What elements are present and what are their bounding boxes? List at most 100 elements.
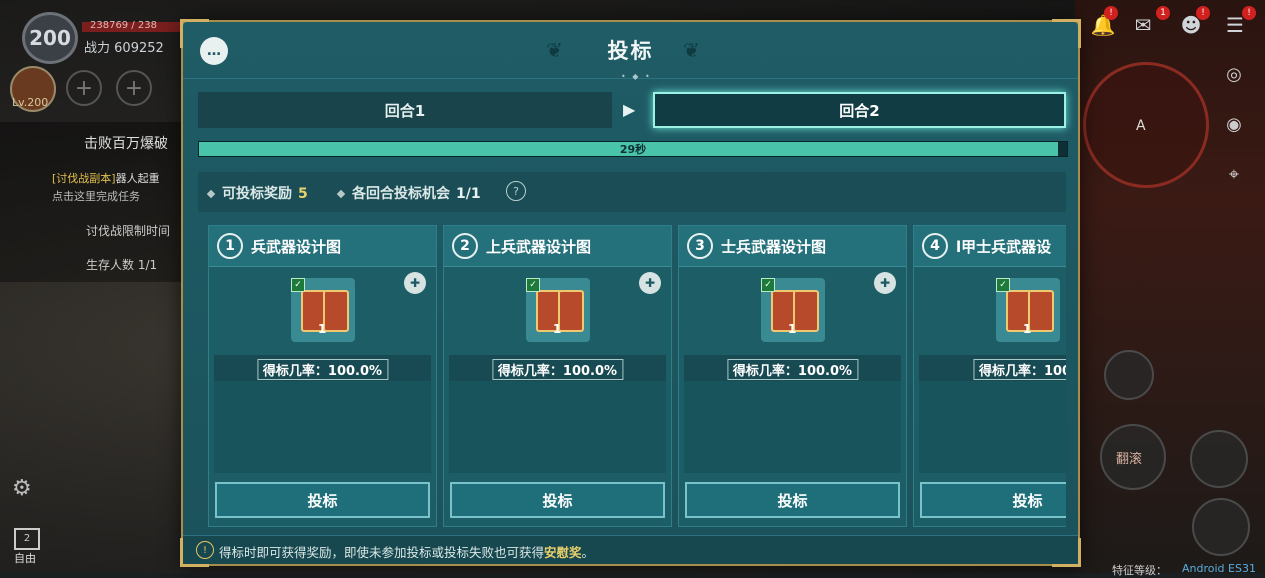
item-quantity: 1 (553, 322, 562, 336)
player-level-badge[interactable]: 200 (22, 12, 78, 64)
add-slot-button[interactable]: + (66, 70, 102, 106)
menu-badge: ! (1242, 6, 1256, 20)
blueprint-scroll-icon (558, 290, 584, 332)
checkbox-icon: ✓ (761, 278, 775, 292)
tab-round-1[interactable]: 回合1 (198, 92, 612, 128)
blueprint-scroll-icon (1028, 290, 1054, 332)
blueprint-scroll-icon (323, 290, 349, 332)
footer-note: 得标时即可获得奖励，即使未参加投标或投标失败也可获得安慰奖。 (219, 542, 594, 561)
minimap[interactable] (1083, 62, 1209, 188)
win-rate-bar: 得标几率：100.0% (214, 355, 431, 381)
card-body (684, 381, 901, 473)
card-title: 上兵武器设计图 (486, 238, 592, 256)
tab-round-2[interactable]: 回合2 (653, 92, 1066, 128)
bid-button[interactable]: 投标 (920, 482, 1066, 518)
diamond-bullet-icon (336, 189, 346, 199)
card-body (449, 381, 666, 473)
countdown-text: 29秒 (619, 143, 647, 156)
diamond-bullet-icon (206, 189, 216, 199)
skill-slot[interactable] (1192, 498, 1250, 556)
win-rate: 得标几率：100.0% (726, 359, 859, 380)
quest-title: 击败百万爆破 (84, 136, 168, 152)
quest-desc: [讨伐战副本]器人起重 (52, 170, 160, 186)
globe-icon[interactable]: ◎ (1218, 58, 1250, 90)
bag-plus-icon[interactable]: ✚ (404, 272, 426, 294)
signal-icon[interactable]: ◉ (1218, 108, 1250, 140)
bid-button[interactable]: 投标 (450, 482, 665, 518)
card-body (214, 381, 431, 473)
blueprint-scroll-icon (793, 290, 819, 332)
bid-button[interactable]: 投标 (215, 482, 430, 518)
dialog-header: … ❦ 投标 ❦ • ◆ • (183, 22, 1078, 81)
minimap-marker: A (1136, 118, 1146, 134)
dodge-skill-label: 翻滚 (1116, 452, 1143, 467)
mail-badge: 1 (1156, 6, 1170, 20)
mail-icon[interactable]: ✉ (1128, 10, 1158, 40)
chances-value: 1/1 (456, 186, 481, 202)
feature-level-label: 特征等级： (1112, 564, 1167, 577)
bag-plus-icon[interactable]: ✚ (874, 272, 896, 294)
dialog-footer: ! 得标时即可获得奖励，即使未参加投标或投标失败也可获得安慰奖。 (183, 535, 1078, 564)
location-pin-icon[interactable]: ⌖ (1218, 158, 1250, 190)
item-quantity: 1 (318, 322, 327, 336)
quest-tag: [讨伐战副本] (52, 172, 116, 185)
card-number: 1 (217, 233, 243, 259)
checkbox-icon: ✓ (996, 278, 1010, 292)
card-title: 士兵武器设计图 (721, 238, 827, 256)
auto-mode-label: 自由 (14, 552, 36, 565)
win-rate: 得标几率：100. (972, 359, 1066, 380)
avatar-level: Lv.200 (12, 96, 49, 109)
win-rate-bar: 得标几率：100.0% (684, 355, 901, 381)
reward-cards: 1 兵武器设计图 ✓ 1 ✚ 得标几率：100.0% 投标 2 上兵武器设计图 (208, 225, 1066, 527)
bidding-dialog: … ❦ 投标 ❦ • ◆ • 回合1 ▶ 回合2 29秒 可投标奖励 5 各回合投… (180, 19, 1081, 567)
skill-slot[interactable] (1190, 430, 1248, 488)
item-quantity: 1 (788, 322, 797, 336)
notification-badge: ! (1104, 6, 1118, 20)
header-divider: • ◆ • (621, 72, 652, 81)
win-rate: 得标几率：100.0% (256, 359, 389, 380)
card-header: 2 上兵武器设计图 (444, 226, 671, 267)
rewards-label: 可投标奖励 (222, 186, 292, 202)
win-rate: 得标几率：100.0% (491, 359, 624, 380)
character-badge: ! (1196, 6, 1210, 20)
rewards-value: 5 (298, 186, 308, 202)
auto-mode-icon[interactable]: 2 (14, 528, 40, 550)
settings-gear-icon[interactable]: ⚙ (12, 476, 32, 501)
checkbox-icon: ✓ (526, 278, 540, 292)
card-header: 4 l甲士兵武器设 (914, 226, 1066, 267)
survivors-label: 生存人数 (86, 258, 135, 272)
help-icon[interactable]: ? (506, 181, 526, 201)
item-quantity: 1 (1023, 322, 1032, 336)
reward-card: 3 士兵武器设计图 ✓ 1 ✚ 得标几率：100.0% 投标 (678, 225, 907, 527)
leaf-ornament-icon: ❦ (683, 38, 700, 62)
card-body (919, 381, 1066, 473)
card-title: 兵武器设计图 (251, 238, 342, 256)
arrow-right-icon: ▶ (623, 100, 636, 119)
card-title: l甲士兵武器设 (956, 238, 1052, 256)
combat-power: 战力 609252 (84, 37, 164, 56)
bid-button[interactable]: 投标 (685, 482, 900, 518)
win-rate-bar: 得标几率：100.0% (449, 355, 666, 381)
dialog-title: 投标 (607, 39, 654, 63)
consolation-prize-text: 安慰奖 (544, 545, 582, 560)
add-slot-button[interactable]: + (116, 70, 152, 106)
renderer-label: Android ES31 (1182, 562, 1256, 575)
time-limit-label: 讨伐战限制时间 (86, 224, 171, 238)
win-rate-bar: 得标几率：100. (919, 355, 1066, 381)
reward-card: 1 兵武器设计图 ✓ 1 ✚ 得标几率：100.0% 投标 (208, 225, 437, 527)
bag-plus-icon[interactable]: ✚ (639, 272, 661, 294)
power-value: 609252 (114, 41, 164, 56)
rewards-info: 可投标奖励 5 (206, 183, 308, 203)
footer-end: 。 (581, 545, 595, 560)
card-header: 1 兵武器设计图 (209, 226, 436, 267)
card-number: 4 (922, 233, 948, 259)
card-number: 3 (687, 233, 713, 259)
countdown-bar: 29秒 (198, 141, 1068, 157)
reward-card: 2 上兵武器设计图 ✓ 1 ✚ 得标几率：100.0% 投标 (443, 225, 672, 527)
bid-info-row: 可投标奖励 5 各回合投标机会 1/1 (198, 172, 1066, 212)
skill-slot[interactable] (1104, 350, 1154, 400)
chances-label: 各回合投标机会 (352, 186, 450, 202)
quest-hint: 点击这里完成任务 (52, 190, 140, 203)
hp-text: 238769 / 238 (90, 20, 157, 31)
checkbox-icon: ✓ (291, 278, 305, 292)
